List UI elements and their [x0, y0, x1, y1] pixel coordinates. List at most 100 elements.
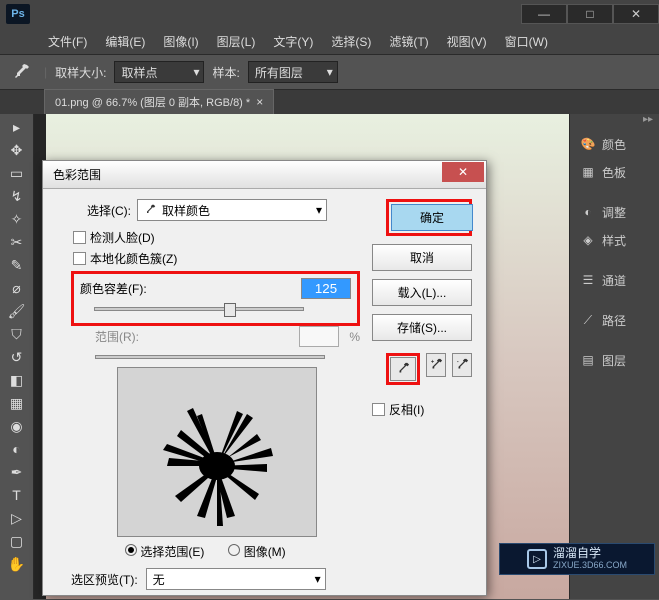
eyedropper-tool[interactable]: ✎: [5, 254, 29, 276]
radio-image-label[interactable]: 图像(M): [228, 543, 285, 560]
panel-styles-label: 样式: [602, 232, 626, 249]
dialog-close-button[interactable]: ✕: [442, 162, 484, 182]
eyedropper-sample-button[interactable]: [390, 357, 416, 381]
select-value: 取样颜色: [162, 202, 210, 219]
detect-faces-checkbox[interactable]: [73, 231, 86, 244]
brush-tool[interactable]: 🖌: [5, 300, 29, 322]
history-brush-tool[interactable]: ↺: [5, 346, 29, 368]
menu-window[interactable]: 窗口(W): [497, 29, 556, 54]
options-bar: | 取样大小: 取样点 样本: 所有图层: [0, 54, 659, 90]
save-button[interactable]: 存储(S)...: [372, 314, 472, 341]
heal-tool[interactable]: ⌀: [5, 277, 29, 299]
type-tool[interactable]: T: [5, 484, 29, 506]
ok-button[interactable]: 确定: [391, 204, 473, 231]
menu-view[interactable]: 视图(V): [439, 29, 495, 54]
panel-paths[interactable]: ⟋ 路径: [570, 306, 659, 334]
preview-dropdown[interactable]: 无: [146, 568, 326, 590]
tab-label: 01.png @ 66.7% (图层 0 副本, RGB/8) *: [55, 94, 250, 110]
eraser-tool[interactable]: ◧: [5, 369, 29, 391]
range-input: [299, 326, 339, 347]
sample-label: 样本:: [212, 64, 239, 81]
svg-text:+: +: [431, 358, 435, 365]
move-tool[interactable]: ✥: [5, 139, 29, 161]
crop-tool[interactable]: ✂: [5, 231, 29, 253]
panel-channels[interactable]: ☰ 通道: [570, 266, 659, 294]
dialog-titlebar[interactable]: 色彩范围 ✕: [43, 161, 486, 189]
preview-box[interactable]: [117, 367, 317, 537]
styles-icon: ◈: [580, 232, 596, 248]
panel-adjustments-label: 调整: [602, 204, 626, 221]
path-tool[interactable]: ▷: [5, 507, 29, 529]
panels: ▸▸ 🎨 颜色 ▦ 色板 ◐ 调整 ◈ 样式 ☰ 通道 ⟋ 路径 ▤: [569, 114, 659, 599]
dodge-tool[interactable]: ◐: [5, 438, 29, 460]
wand-tool[interactable]: ✧: [5, 208, 29, 230]
play-icon: ▷: [527, 549, 547, 569]
menu-file[interactable]: 文件(F): [40, 29, 95, 54]
menu-select[interactable]: 选择(S): [323, 29, 379, 54]
preview-dropdown-label: 选区预览(T):: [71, 571, 138, 588]
gradient-tool[interactable]: ▦: [5, 392, 29, 414]
panel-layers[interactable]: ▤ 图层: [570, 346, 659, 374]
watermark: ▷ 溜溜自学 ZIXUE.3D66.COM: [499, 543, 655, 575]
panel-channels-label: 通道: [602, 272, 626, 289]
ps-logo: Ps: [6, 4, 30, 24]
tabbar: 01.png @ 66.7% (图层 0 副本, RGB/8) * ×: [0, 90, 659, 114]
eyedropper-tool-icon[interactable]: [8, 60, 36, 84]
marquee-tool[interactable]: ▭: [5, 162, 29, 184]
radio-selection[interactable]: [125, 544, 137, 556]
stamp-tool[interactable]: ⛉: [5, 323, 29, 345]
menu-layer[interactable]: 图层(L): [209, 29, 264, 54]
invert-checkbox[interactable]: [372, 403, 385, 416]
watermark-url: ZIXUE.3D66.COM: [553, 561, 627, 571]
fuzziness-slider[interactable]: [94, 307, 304, 311]
minimize-button[interactable]: —: [521, 4, 567, 24]
load-button[interactable]: 载入(L)...: [372, 279, 472, 306]
eyedropper-icon: [144, 204, 156, 216]
panel-color[interactable]: 🎨 颜色: [570, 130, 659, 158]
menu-filter[interactable]: 滤镜(T): [381, 29, 436, 54]
panel-swatches[interactable]: ▦ 色板: [570, 158, 659, 186]
tab-close-icon[interactable]: ×: [256, 95, 263, 109]
cancel-button[interactable]: 取消: [372, 244, 472, 271]
range-unit: %: [349, 330, 360, 344]
fuzziness-input[interactable]: [301, 278, 351, 299]
sample-dropdown[interactable]: 所有图层: [248, 61, 338, 83]
detect-faces-label: 检测人脸(D): [90, 229, 155, 246]
fuzziness-highlight: 颜色容差(F):: [71, 271, 360, 326]
close-button[interactable]: ✕: [613, 4, 659, 24]
eyedropper-add-button[interactable]: +: [426, 353, 446, 377]
radio-selection-label[interactable]: 选择范围(E): [125, 543, 204, 560]
panel-collapse-icon[interactable]: ▸▸: [570, 114, 659, 130]
hand-tool[interactable]: ✋: [5, 553, 29, 575]
sample-size-dropdown[interactable]: 取样点: [114, 61, 204, 83]
invert-label: 反相(I): [389, 401, 424, 418]
window-controls: — □ ✕: [521, 4, 659, 24]
color-range-dialog: 色彩范围 ✕ 选择(C): 取样颜色 检测人脸(D) 本地化颜色簇(Z): [42, 160, 487, 596]
panel-styles[interactable]: ◈ 样式: [570, 226, 659, 254]
eyedropper-subtract-button[interactable]: -: [452, 353, 472, 377]
chevron-icon[interactable]: ▸: [5, 116, 29, 138]
watermark-brand: 溜溜自学: [553, 547, 627, 560]
panel-adjustments[interactable]: ◐ 调整: [570, 198, 659, 226]
localized-checkbox[interactable]: [73, 252, 86, 265]
adjustments-icon: ◐: [580, 204, 596, 220]
sample-size-label: 取样大小:: [55, 64, 106, 81]
select-label: 选择(C):: [87, 202, 131, 219]
lasso-tool[interactable]: ↯: [5, 185, 29, 207]
menu-type[interactable]: 文字(Y): [265, 29, 321, 54]
menu-image[interactable]: 图像(I): [155, 29, 206, 54]
layers-icon: ▤: [580, 352, 596, 368]
pen-tool[interactable]: ✒: [5, 461, 29, 483]
blur-tool[interactable]: ◉: [5, 415, 29, 437]
range-slider: [95, 355, 325, 359]
select-dropdown[interactable]: 取样颜色: [137, 199, 327, 221]
menu-edit[interactable]: 编辑(E): [97, 29, 153, 54]
swatches-icon: ▦: [580, 164, 596, 180]
eyedropper-highlight: [386, 353, 420, 385]
maximize-button[interactable]: □: [567, 4, 613, 24]
document-tab[interactable]: 01.png @ 66.7% (图层 0 副本, RGB/8) * ×: [44, 89, 274, 114]
panel-color-label: 颜色: [602, 136, 626, 153]
shape-tool[interactable]: ▢: [5, 530, 29, 552]
radio-image[interactable]: [228, 544, 240, 556]
slider-thumb[interactable]: [224, 303, 236, 317]
